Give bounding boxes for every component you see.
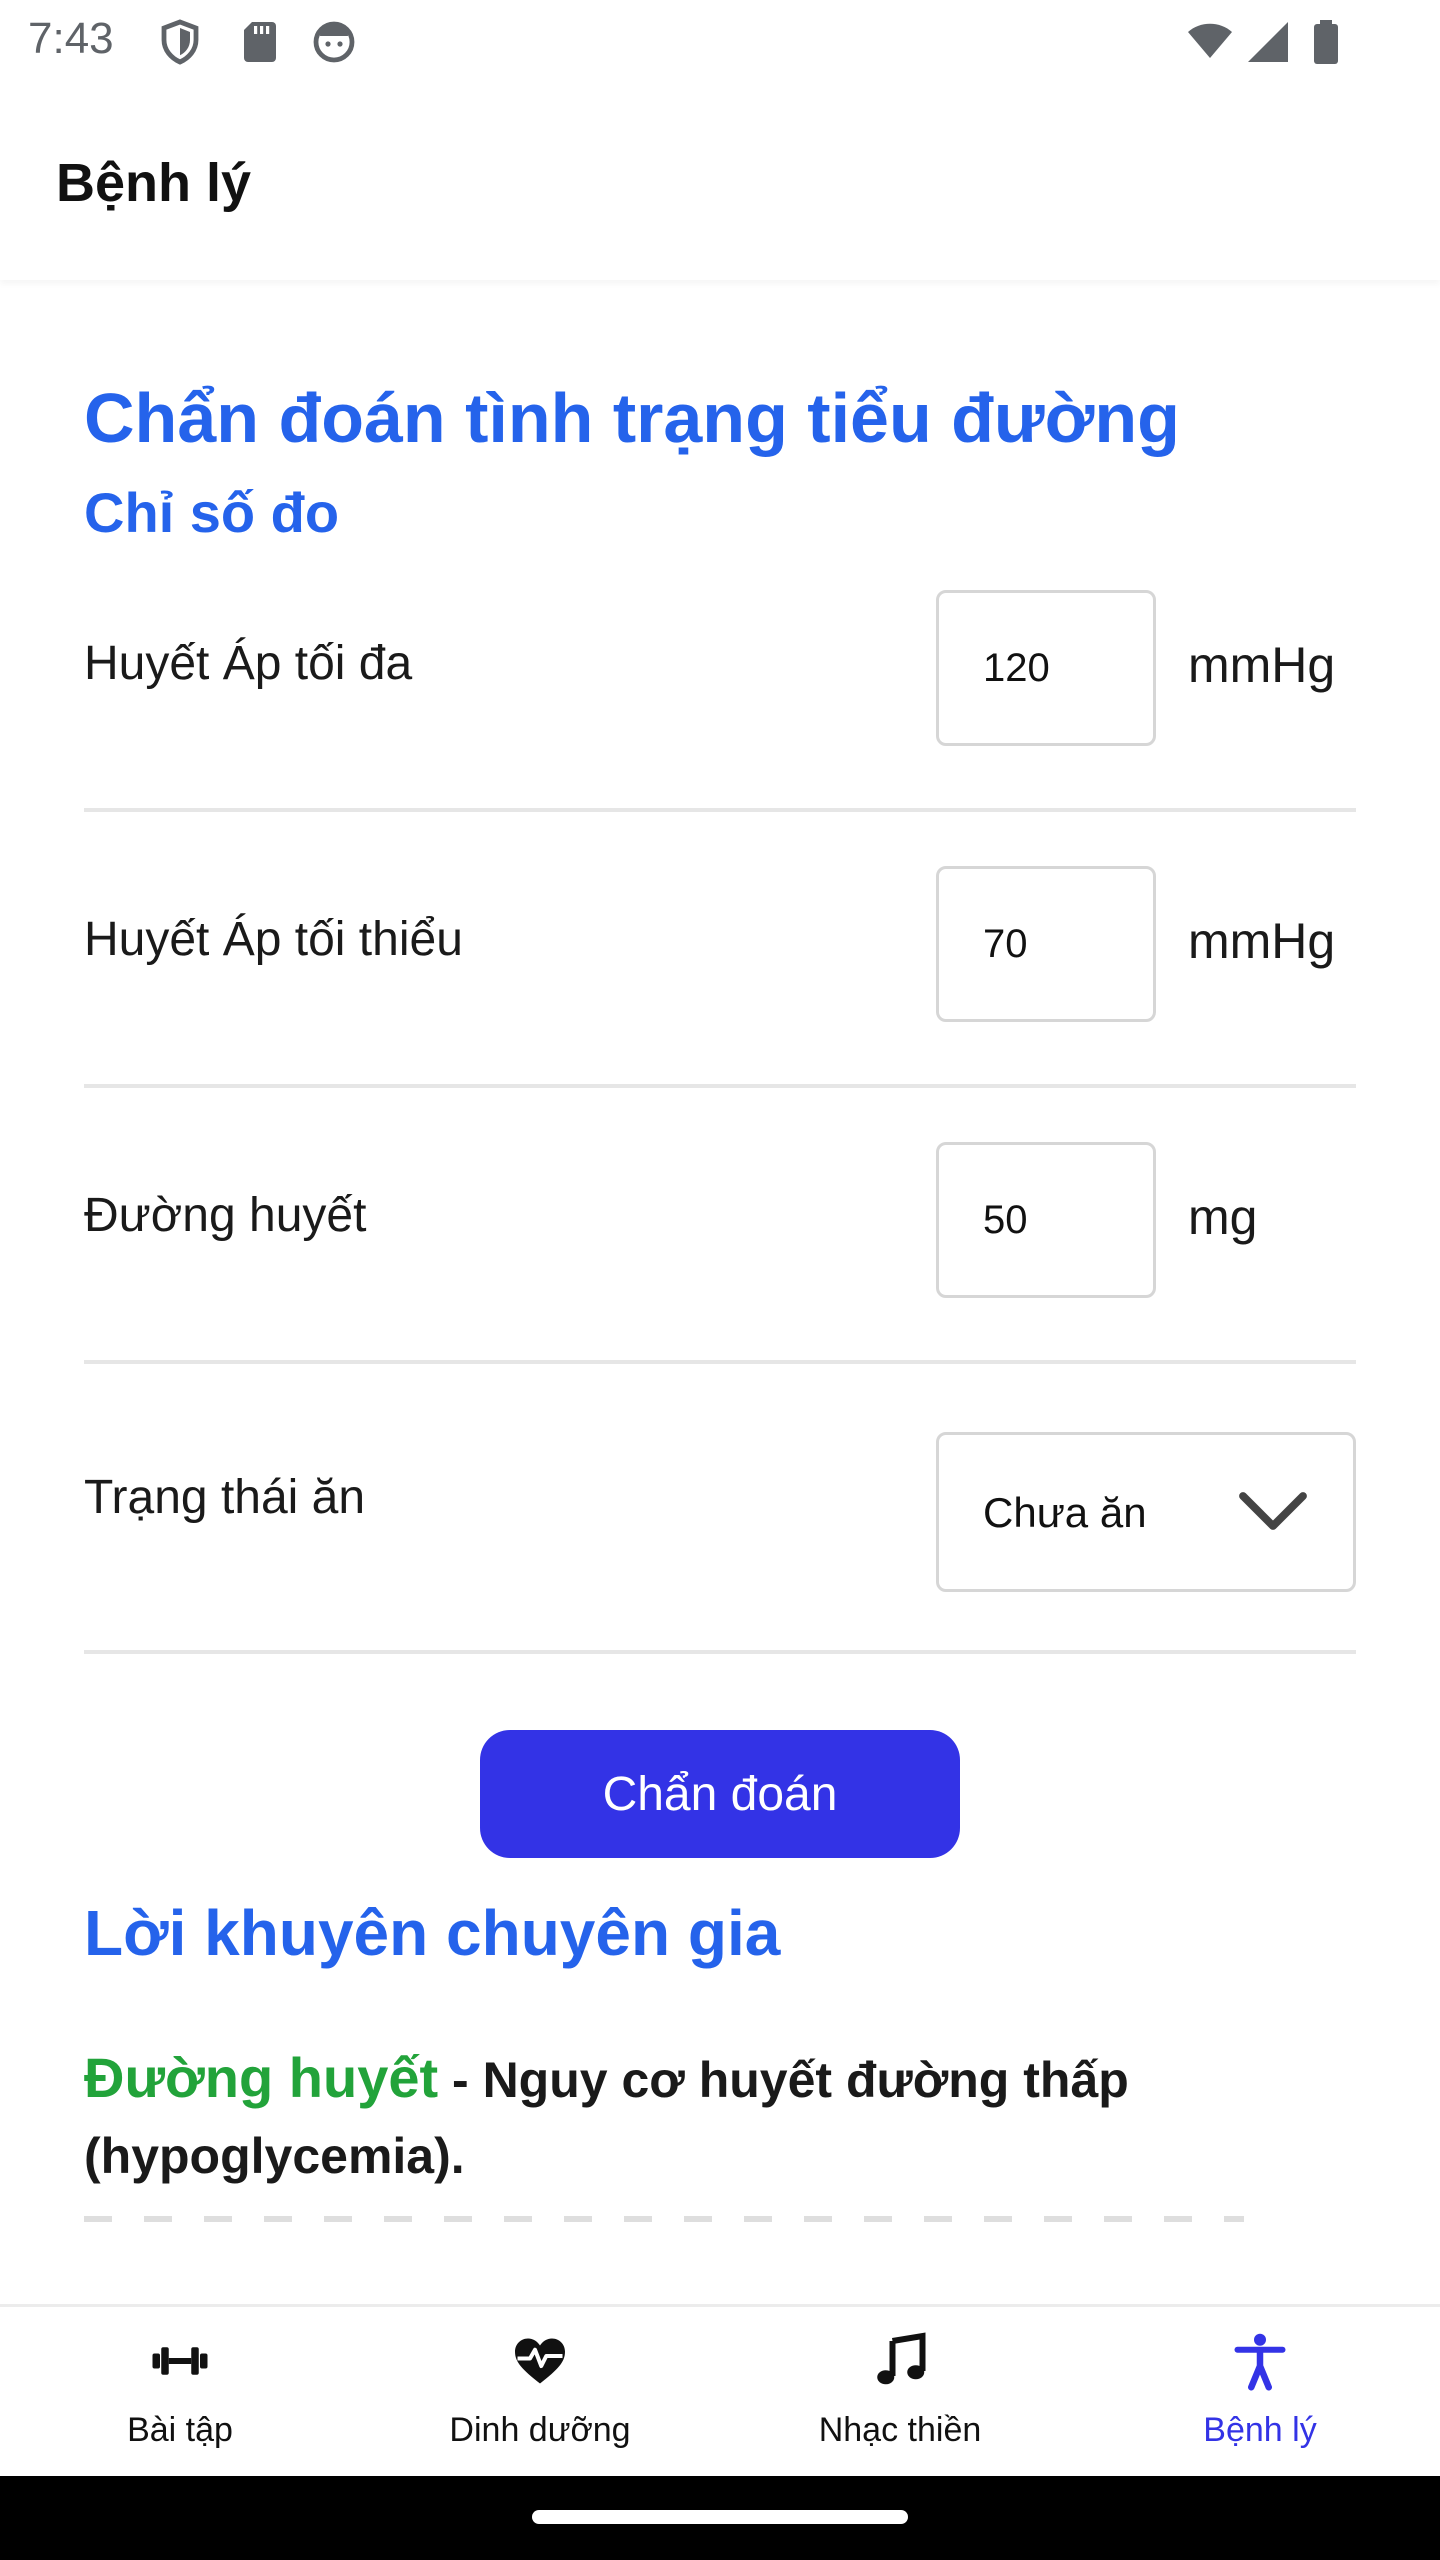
dumbbell-icon [152, 2347, 208, 2375]
nav-item-disease[interactable]: Bệnh lý [1080, 2307, 1440, 2479]
chevron-down-icon [1239, 1492, 1307, 1530]
battery-icon [1314, 20, 1338, 64]
clipped-text-line [84, 2216, 1244, 2222]
meal-state-select[interactable]: Chưa ăn [936, 1432, 1356, 1592]
heart-pulse-icon [515, 2338, 565, 2384]
field-label: Trạng thái ăn [84, 1471, 366, 1524]
music-note-icon [877, 2332, 926, 2385]
system-nav-bar [0, 2476, 1440, 2560]
unit-label: mmHg [1188, 913, 1336, 969]
blood-sugar-input[interactable]: 50 [936, 1142, 1156, 1298]
unit-label: mg [1188, 1189, 1258, 1245]
advice-text: Đường huyết - Nguy cơ huyết đường thấp (… [84, 2040, 1334, 2194]
diagnosis-content[interactable]: Chẩn đoán tình trạng tiểu đường Chỉ số đ… [0, 282, 1440, 2222]
android-face-icon [313, 21, 355, 63]
nav-item-exercise[interactable]: Bài tập [0, 2307, 360, 2479]
bottom-nav: Bài tập Dinh dưỡng Nhạc thiền Bệnh lý [0, 2304, 1440, 2479]
page-title: Bệnh lý [56, 153, 252, 213]
nav-label: Nhạc thiền [818, 2411, 982, 2449]
home-gesture-handle[interactable] [532, 2510, 908, 2524]
field-label: Huyết Áp tối thiểu [84, 913, 463, 966]
accessibility-icon [1234, 2333, 1286, 2391]
diagnose-button[interactable]: Chẩn đoán [480, 1730, 960, 1858]
sd-card-icon [244, 22, 276, 62]
nav-label: Bệnh lý [1203, 2411, 1317, 2449]
meal-state-value: Chưa ăn [983, 1489, 1147, 1536]
wifi-icon [1188, 23, 1232, 58]
field-row-meal-state: Trạng thái ăn Chưa ăn [84, 1360, 1356, 1654]
shield-icon [161, 19, 199, 65]
diastolic-input[interactable]: 70 [936, 866, 1156, 1022]
nav-label: Dinh dưỡng [449, 2411, 631, 2449]
nav-item-meditation-music[interactable]: Nhạc thiền [720, 2307, 1080, 2479]
status-time: 7:43 [28, 14, 114, 63]
advice-key: Đường huyết [84, 2046, 439, 2109]
cell-signal-icon [1248, 22, 1288, 62]
unit-label: mmHg [1188, 637, 1336, 693]
field-label: Đường huyết [84, 1189, 367, 1242]
field-row-blood-sugar: Đường huyết 50 mg [84, 1084, 1356, 1364]
status-bar: 7:43 [0, 0, 1440, 84]
app-bar: Bệnh lý [0, 84, 1440, 280]
nav-label: Bài tập [127, 2411, 233, 2449]
nav-item-nutrition[interactable]: Dinh dưỡng [360, 2307, 720, 2479]
form-title: Chẩn đoán tình trạng tiểu đường [84, 379, 1180, 457]
field-row-diastolic: Huyết Áp tối thiểu 70 mmHg [84, 808, 1356, 1088]
systolic-input[interactable]: 120 [936, 590, 1156, 746]
advice-title: Lời khuyên chuyên gia [84, 1897, 781, 1969]
field-label: Huyết Áp tối đa [84, 637, 413, 690]
field-row-systolic: Huyết Áp tối đa 120 mmHg [84, 532, 1356, 812]
